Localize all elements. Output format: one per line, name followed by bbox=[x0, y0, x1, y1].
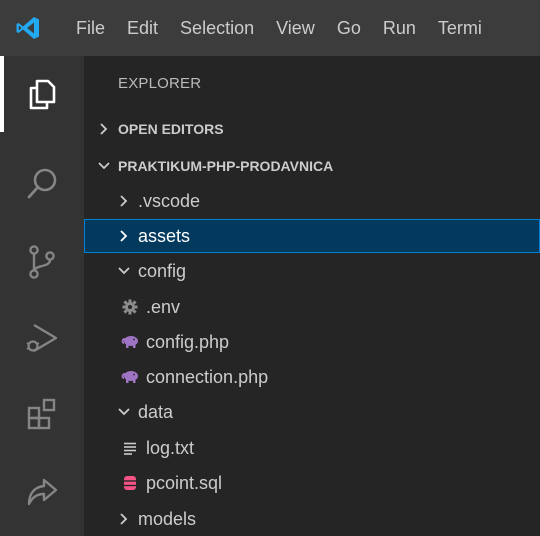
explorer-sidebar: EXPLORER OPEN EDITORS PRAKTIKUM-PHP-PROD… bbox=[84, 56, 540, 536]
search-icon bbox=[27, 168, 57, 199]
tree-item-pcoint-sql-file[interactable]: pcoint.sql bbox=[84, 466, 540, 500]
text-lines-icon bbox=[120, 438, 140, 458]
source-control-button[interactable] bbox=[0, 224, 84, 300]
menu-terminal[interactable]: Termi bbox=[427, 0, 493, 56]
chevron-down-icon bbox=[94, 156, 114, 176]
chevron-right-icon bbox=[114, 509, 134, 529]
sidebar-title: EXPLORER bbox=[118, 75, 202, 92]
tree-item-log-txt-file[interactable]: log.txt bbox=[84, 431, 540, 465]
tree-item-label: assets bbox=[138, 225, 191, 246]
tree-item-label: models bbox=[138, 508, 197, 529]
menu-run[interactable]: Run bbox=[372, 0, 427, 56]
tree-item-label: log.txt bbox=[146, 437, 195, 458]
files-icon bbox=[29, 79, 56, 110]
gear-icon bbox=[120, 297, 140, 317]
chevron-down-icon bbox=[114, 261, 134, 281]
tree-item-env-file[interactable]: .env bbox=[84, 290, 540, 324]
source-control-icon bbox=[29, 245, 55, 279]
tree-item-vscode-folder[interactable]: .vscode bbox=[84, 184, 540, 218]
chevron-right-icon bbox=[94, 119, 114, 139]
menubar: File Edit Selection View Go Run Termi bbox=[0, 0, 540, 56]
run-debug-icon bbox=[26, 323, 58, 353]
explorer-button[interactable] bbox=[0, 56, 84, 132]
activity-bar bbox=[0, 56, 84, 536]
tree-item-label: config bbox=[138, 260, 187, 281]
tree-item-config-php-file[interactable]: config.php bbox=[84, 325, 540, 359]
php-icon bbox=[120, 367, 140, 387]
php-icon bbox=[120, 332, 140, 352]
chevron-down-icon bbox=[114, 402, 134, 422]
tree-item-label: pcoint.sql bbox=[146, 472, 223, 493]
menu-selection[interactable]: Selection bbox=[169, 0, 265, 56]
extensions-button[interactable] bbox=[0, 376, 84, 452]
open-editors-section[interactable]: OPEN EDITORS bbox=[84, 112, 540, 146]
project-section[interactable]: PRAKTIKUM-PHP-PRODAVNICA bbox=[84, 149, 540, 183]
open-editors-label: OPEN EDITORS bbox=[118, 121, 224, 137]
tree-item-connection-php-file[interactable]: connection.php bbox=[84, 360, 540, 394]
menu-file[interactable]: File bbox=[56, 0, 116, 56]
menu-edit[interactable]: Edit bbox=[116, 0, 169, 56]
database-icon bbox=[120, 473, 140, 493]
project-label: PRAKTIKUM-PHP-PRODAVNICA bbox=[118, 158, 334, 174]
tree-item-label: .vscode bbox=[138, 190, 201, 211]
tree-item-assets-folder[interactable]: assets bbox=[84, 219, 540, 253]
tree-item-config-folder[interactable]: config bbox=[84, 254, 540, 288]
tree-item-label: connection.php bbox=[146, 366, 269, 387]
menu-view[interactable]: View bbox=[265, 0, 326, 56]
menu-go[interactable]: Go bbox=[326, 0, 372, 56]
extensions-icon bbox=[27, 398, 56, 430]
chevron-right-icon bbox=[114, 226, 134, 246]
vscode-window: File Edit Selection View Go Run Termi EX… bbox=[0, 0, 540, 536]
tree-item-label: data bbox=[138, 401, 174, 422]
tree-item-models-folder[interactable]: models bbox=[84, 502, 540, 536]
run-debug-button[interactable] bbox=[0, 300, 84, 376]
chevron-right-icon bbox=[114, 191, 134, 211]
tree-item-label: .env bbox=[146, 296, 181, 317]
tree-item-data-folder[interactable]: data bbox=[84, 395, 540, 429]
vscode-logo-icon bbox=[0, 0, 56, 56]
tree-item-label: config.php bbox=[146, 331, 230, 352]
live-share-icon bbox=[27, 478, 58, 506]
search-button[interactable] bbox=[0, 146, 84, 222]
live-share-button[interactable] bbox=[0, 454, 84, 530]
